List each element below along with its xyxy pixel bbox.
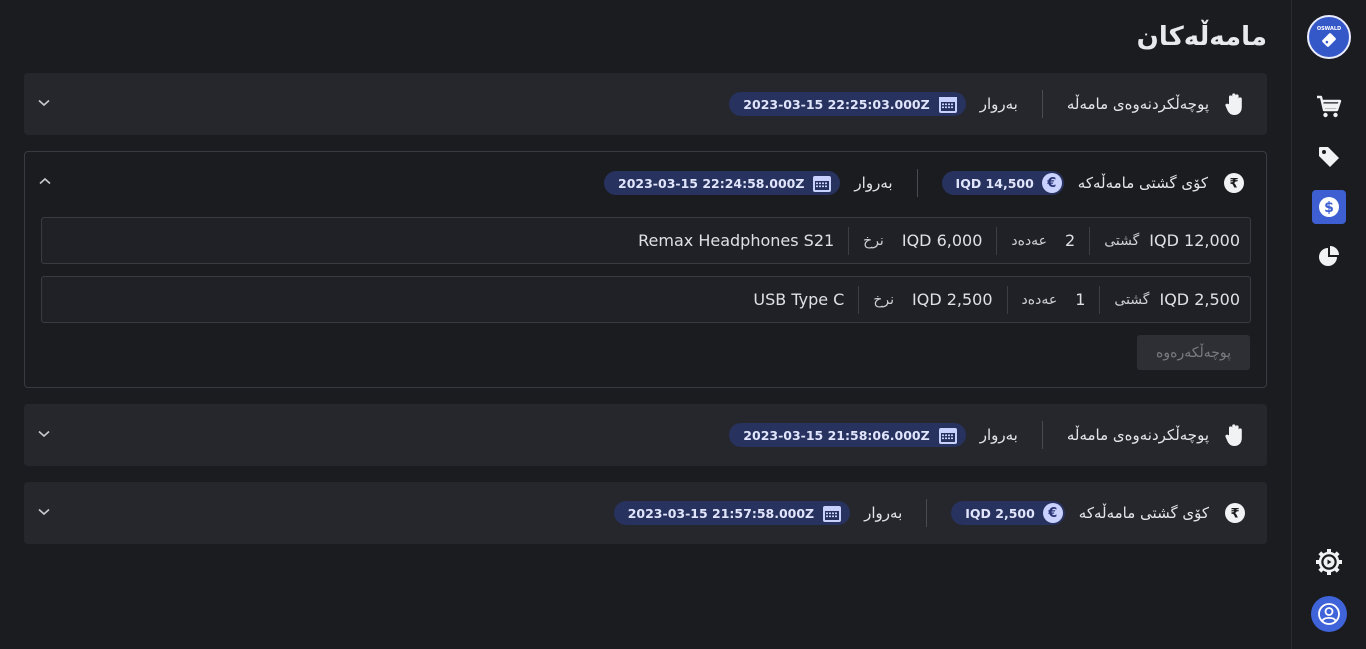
item-quantity-label: عەدەد <box>1011 232 1048 249</box>
item-rate-label: نرخ <box>873 291 895 308</box>
divider <box>1041 421 1043 449</box>
divider <box>1041 90 1043 118</box>
date-label: بەروار <box>864 504 903 522</box>
amount-pill: IQD 14,500 € <box>941 171 1064 195</box>
date-value: 2023-03-15 22:25:03.000Z <box>743 96 930 112</box>
amount-value: IQD 14,500 <box>955 175 1034 191</box>
date-pill: 2023-03-15 21:57:58.000Z <box>613 501 851 525</box>
tag-icon <box>1319 147 1339 167</box>
date-value: 2023-03-15 22:24:58.000Z <box>618 175 805 191</box>
amount-pill: IQD 2,500 € <box>951 501 1065 525</box>
svg-text:₹: ₹ <box>1230 507 1239 522</box>
svg-text:$: $ <box>1324 200 1334 216</box>
item-quantity-value: 2 <box>1065 231 1076 250</box>
settings-gear-icon <box>1316 549 1342 575</box>
hand-stop-icon <box>1223 92 1247 116</box>
item-name: USB Type C <box>753 290 845 309</box>
item-rate-value: IQD 6,000 <box>901 231 983 250</box>
line-item: IQD 12,000 گشتی 2 عەدەد IQD 6,000 نرخ Remax… <box>41 217 1251 264</box>
nav-tags[interactable] <box>1312 140 1346 174</box>
rupee-icon: ₹ <box>1223 501 1247 525</box>
void-transaction-label: پوچەڵکردنەوەی مامەڵە <box>1066 95 1209 113</box>
total-label: کۆی گشتی مامەڵەکە <box>1078 504 1209 522</box>
date-value: 2023-03-15 21:57:58.000Z <box>627 505 815 521</box>
chevron-up-icon[interactable] <box>37 173 53 189</box>
nav-cart[interactable] <box>1312 90 1346 124</box>
chevron-down-icon[interactable] <box>36 95 52 111</box>
item-total-label: گشتی <box>1104 232 1140 249</box>
transaction-card[interactable]: ₹ کۆی گشتی مامەڵەکە IQD 2,500 € بەروار 2… <box>24 482 1267 544</box>
transaction-card[interactable]: پوچەڵکردنەوەی مامەڵە بەروار 2023-03-15 2… <box>24 73 1267 135</box>
transaction-card-expanded[interactable]: ₹ کۆی گشتی مامەڵەکە IQD 14,500 € بەروار … <box>24 151 1267 388</box>
item-name: Remax Headphones S21 <box>638 231 835 250</box>
calendar-icon <box>938 97 957 113</box>
date-label: بەروار <box>979 426 1018 444</box>
pie-chart-icon <box>1319 246 1339 266</box>
dollar-icon: $ <box>1319 197 1339 217</box>
item-rate-label: نرخ <box>863 232 884 249</box>
user-avatar[interactable] <box>1311 596 1347 632</box>
item-quantity-label: عەدەد <box>1021 291 1058 308</box>
svg-text:₹: ₹ <box>1229 177 1238 192</box>
rupee-icon: ₹ <box>1222 171 1246 195</box>
date-label: بەروار <box>979 95 1018 113</box>
date-pill: 2023-03-15 21:58:06.000Z <box>729 423 966 447</box>
item-quantity-value: 1 <box>1075 290 1086 309</box>
void-transaction-label: پوچەڵکردنەوەی مامەڵە <box>1066 426 1209 444</box>
logo-text: OSWALD <box>1317 26 1341 32</box>
date-pill: 2023-03-15 22:24:58.000Z <box>604 171 841 195</box>
amount-value: IQD 2,500 <box>965 505 1035 521</box>
user-icon <box>1318 603 1340 625</box>
date-pill: 2023-03-15 22:25:03.000Z <box>729 92 966 116</box>
item-total-value: IQD 2,500 <box>1159 290 1240 309</box>
app-logo[interactable]: OSWALD <box>1307 15 1351 59</box>
divider <box>926 499 928 527</box>
sidebar: OSWALD $ <box>1291 0 1366 649</box>
chevron-down-icon[interactable] <box>36 504 52 520</box>
calendar-icon <box>823 506 842 522</box>
item-total-value: IQD 12,000 <box>1149 231 1240 250</box>
euro-icon: € <box>1041 173 1062 193</box>
transaction-card[interactable]: پوچەڵکردنەوەی مامەڵە بەروار 2023-03-15 2… <box>24 404 1267 466</box>
chevron-down-icon[interactable] <box>36 426 52 442</box>
line-item: IQD 2,500 گشتی 1 عەدەد IQD 2,500 نرخ USB Ty… <box>41 276 1251 323</box>
calendar-icon <box>813 176 832 192</box>
page-title: مامەڵەکان <box>1136 22 1267 52</box>
nav-reports[interactable] <box>1312 240 1346 274</box>
total-label: کۆی گشتی مامەڵەکە <box>1077 174 1208 192</box>
cart-icon <box>1317 95 1342 118</box>
euro-icon: € <box>1042 503 1063 523</box>
item-rate-value: IQD 2,500 <box>912 290 993 309</box>
nav-settings[interactable] <box>1312 545 1346 579</box>
date-label: بەروار <box>854 174 893 192</box>
divider <box>916 169 918 197</box>
void-transaction-button[interactable]: پوچەڵکەرەوە <box>1137 335 1250 370</box>
calendar-icon <box>938 428 957 444</box>
date-value: 2023-03-15 21:58:06.000Z <box>743 427 930 443</box>
nav-transactions[interactable]: $ <box>1312 190 1346 224</box>
item-total-label: گشتی <box>1114 291 1150 308</box>
hand-stop-icon <box>1223 423 1247 447</box>
